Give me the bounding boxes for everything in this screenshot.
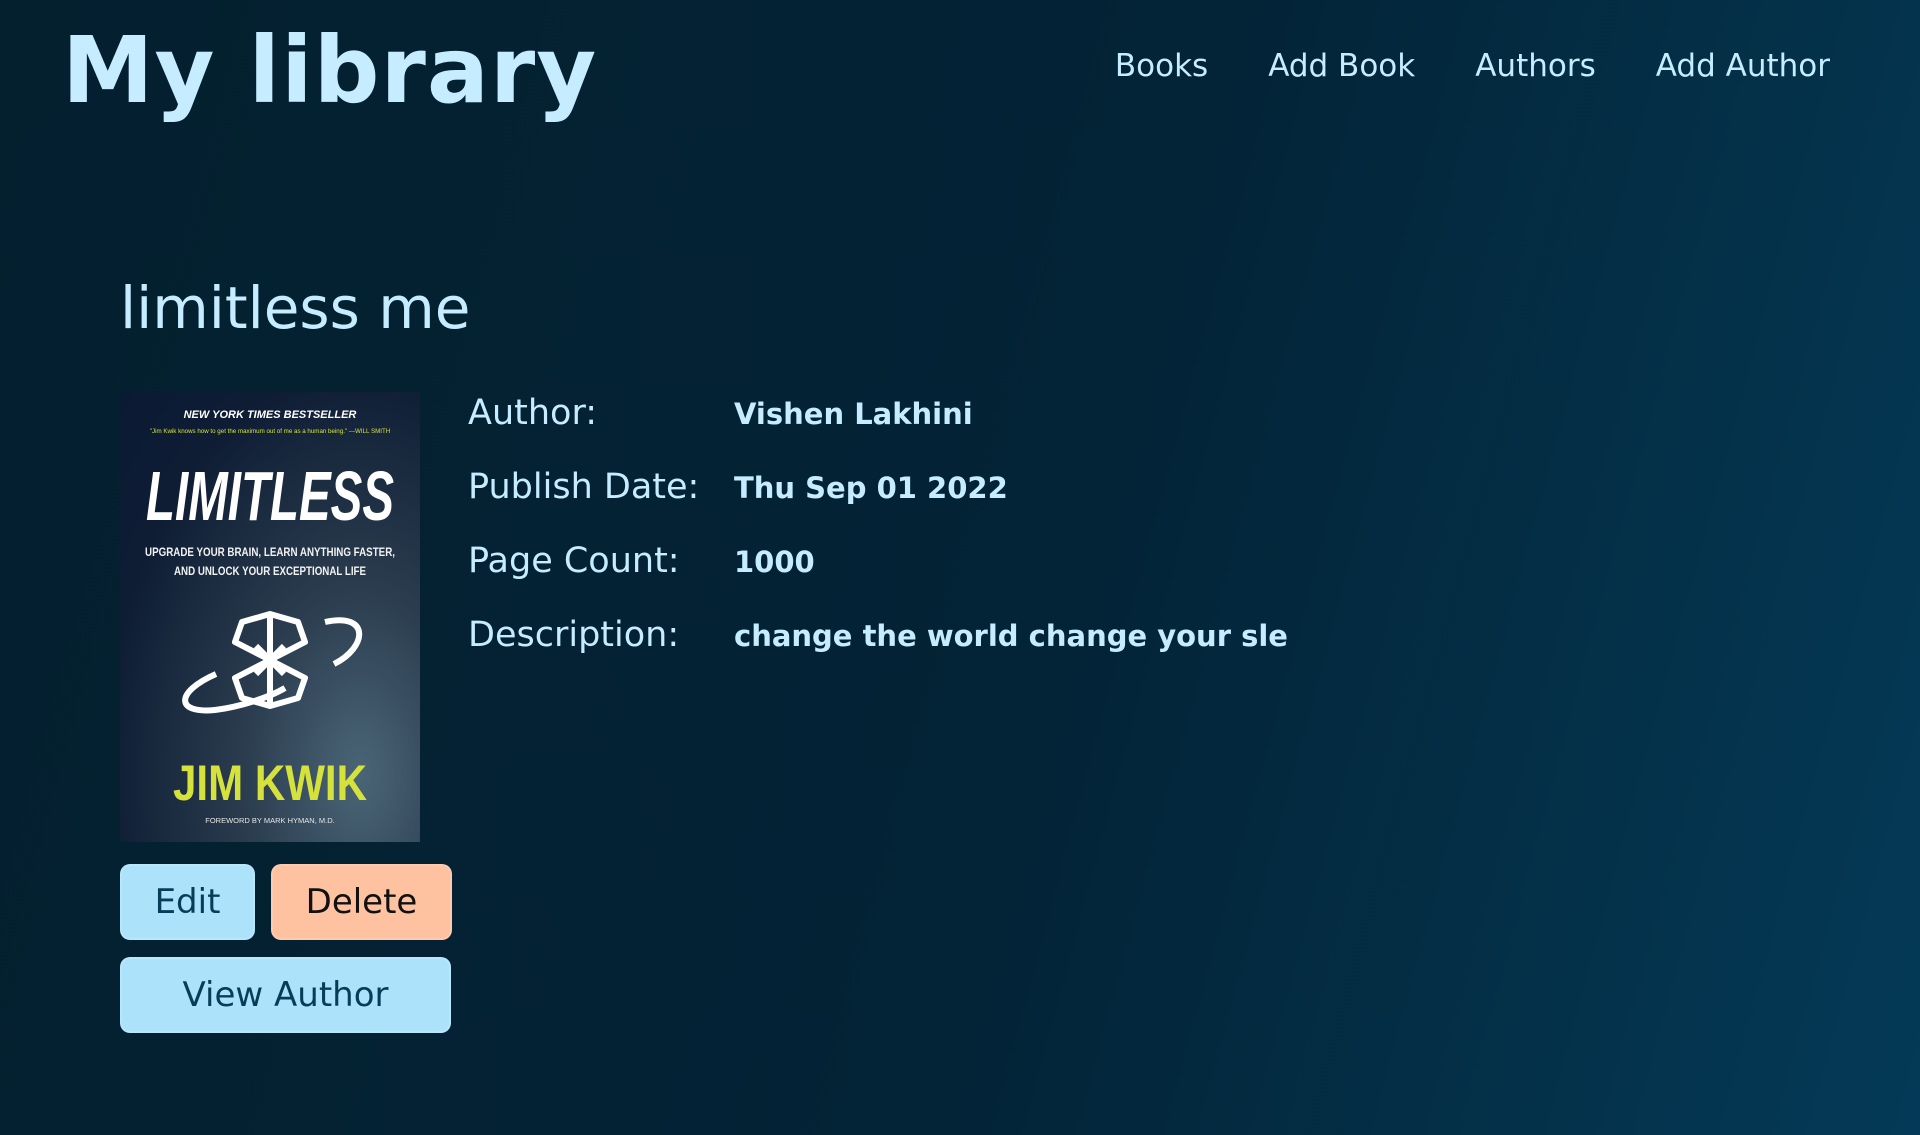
- brain-orbit-logo: [182, 611, 363, 714]
- detail-label: Page Count:: [468, 541, 680, 581]
- detail-row-description: Description: change the world change you…: [468, 610, 1368, 684]
- detail-value-page-count: 1000: [734, 545, 815, 579]
- view-author-button[interactable]: View Author: [120, 957, 451, 1033]
- detail-label: Author:: [468, 393, 598, 433]
- detail-value-publish-date: Thu Sep 01 2022: [734, 471, 1008, 505]
- cover-subtitle-line2: AND UNLOCK YOUR EXCEPTIONAL LIFE: [174, 566, 366, 578]
- site-header: My library Books Add Book Authors Add Au…: [0, 0, 1920, 140]
- book-title: limitless me: [120, 274, 471, 342]
- detail-row-author: Author: Vishen Lakhini: [468, 388, 1368, 462]
- cover-author: JIM KWIK: [173, 755, 367, 811]
- main-nav: Books Add Book Authors Add Author: [1055, 44, 1830, 88]
- site-title-link[interactable]: My library: [62, 16, 597, 126]
- detail-row-publish-date: Publish Date: Thu Sep 01 2022: [468, 462, 1368, 536]
- cover-title: LIMITLESS: [146, 457, 394, 535]
- edit-button[interactable]: Edit: [120, 864, 255, 940]
- nav-link-books[interactable]: Books: [1115, 44, 1208, 88]
- cover-foreword: FOREWORD BY MARK HYMAN, M.D.: [205, 816, 334, 825]
- nav-link-add-author[interactable]: Add Author: [1656, 44, 1830, 88]
- book-details: Author: Vishen Lakhini Publish Date: Thu…: [468, 388, 1368, 684]
- detail-value-author: Vishen Lakhini: [734, 397, 973, 431]
- detail-label: Description:: [468, 615, 680, 655]
- cover-top-line: NEW YORK TIMES BESTSELLER: [184, 409, 357, 421]
- cover-subtitle-line1: UPGRADE YOUR BRAIN, LEARN ANYTHING FASTE…: [145, 547, 395, 559]
- book-cover-image: NEW YORK TIMES BESTSELLER "Jim Kwik know…: [120, 392, 420, 842]
- delete-button[interactable]: Delete: [271, 864, 452, 940]
- detail-label: Publish Date:: [468, 467, 700, 507]
- detail-value-description: change the world change your sle: [734, 619, 1288, 653]
- detail-row-page-count: Page Count: 1000: [468, 536, 1368, 610]
- cover-quote: "Jim Kwik knows how to get the maximum o…: [150, 428, 390, 435]
- nav-link-add-book[interactable]: Add Book: [1268, 44, 1415, 88]
- nav-link-authors[interactable]: Authors: [1475, 44, 1596, 88]
